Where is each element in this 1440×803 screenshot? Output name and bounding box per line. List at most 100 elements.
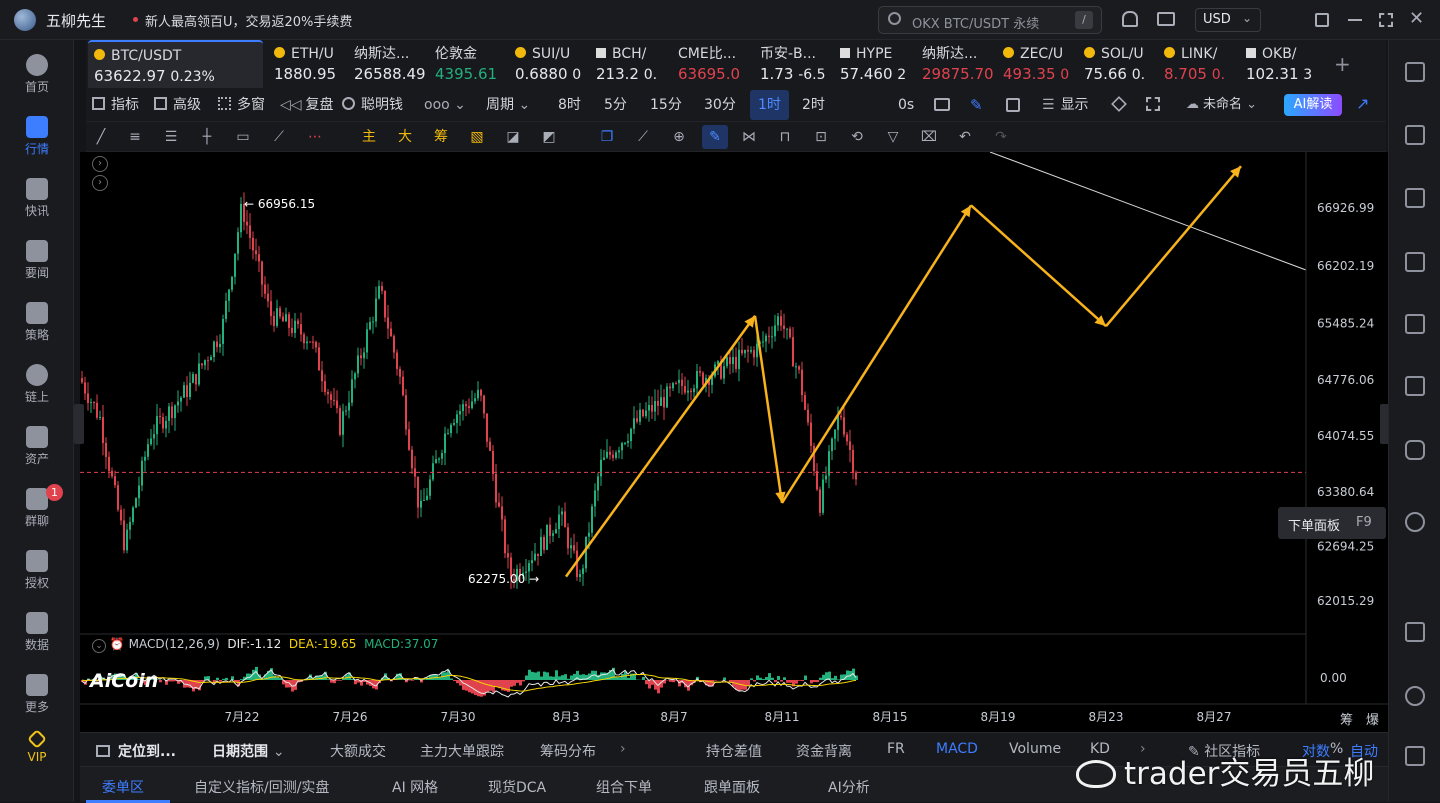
sidebar-item-auth[interactable]: 授权 xyxy=(0,544,74,600)
new-window-icon[interactable] xyxy=(1006,98,1020,112)
collapse-chevron-icon[interactable]: › xyxy=(92,175,108,191)
collapse-chevron-icon[interactable]: › xyxy=(92,156,108,172)
period-8h[interactable]: 8时 xyxy=(558,94,581,116)
mail-icon[interactable] xyxy=(1157,12,1175,26)
sidebar-item-data[interactable]: 数据 xyxy=(0,606,74,662)
tab-combo-order[interactable]: 组合下单 xyxy=(596,777,652,797)
pen-edit-icon[interactable]: ✎ xyxy=(970,96,983,114)
sidebar-item-flash[interactable]: 快讯 xyxy=(0,172,74,228)
dotted-line-icon[interactable]: ⋯ xyxy=(306,128,324,146)
chevron-down-icon[interactable]: ⌄ xyxy=(92,639,106,653)
settings-hex-icon[interactable] xyxy=(1111,96,1127,112)
book-icon[interactable] xyxy=(1405,746,1425,766)
ticker-nasdaq2[interactable]: 纳斯达...29875.70 xyxy=(916,40,994,88)
share-icon[interactable]: ↗ xyxy=(1356,94,1369,113)
ticker-btc[interactable]: BTC/USDT 63622.97 0.23% xyxy=(88,40,263,88)
ticker-nasdaq[interactable]: 纳斯达...26588.49 xyxy=(348,40,426,88)
sidebar-item-assets[interactable]: 资产 xyxy=(0,420,74,476)
tab-fr[interactable]: FR xyxy=(887,741,905,757)
ticker-sui[interactable]: SUI/U0.6880 0 xyxy=(509,40,587,88)
trash-icon[interactable]: ⌧ xyxy=(920,128,938,146)
tab-spot-dca[interactable]: 现货DCA xyxy=(488,777,546,797)
sidebar-item-market[interactable]: 行情 xyxy=(0,110,74,166)
chip-axis-label[interactable]: 筹 xyxy=(1340,709,1353,728)
tab-macd[interactable]: MACD xyxy=(936,741,978,757)
rectangle-icon[interactable]: ▭ xyxy=(234,128,252,146)
big-order-button[interactable]: 大 xyxy=(396,128,414,146)
ruler-icon[interactable]: ⟋ xyxy=(634,128,652,146)
panels-icon[interactable] xyxy=(1405,622,1425,642)
locate-button[interactable]: 定位到... xyxy=(96,741,176,761)
order-panel-button[interactable]: 下单面板 F9 xyxy=(1278,507,1386,539)
ticker-zec[interactable]: ZEC/U493.35 0 xyxy=(997,40,1075,88)
more-dots-dropdown[interactable]: ooo ⌄ xyxy=(424,94,466,116)
headset-icon[interactable] xyxy=(1405,686,1425,706)
etf-icon[interactable] xyxy=(1405,376,1425,396)
tab-copy-trading[interactable]: 跟单面板 xyxy=(704,777,760,797)
ticker-hype[interactable]: HYPE57.460 2 xyxy=(834,40,912,88)
measure-icon[interactable]: ◩ xyxy=(540,128,558,146)
tab-ai-analysis[interactable]: AI分析 xyxy=(828,777,870,797)
chevron-right-icon[interactable]: › xyxy=(620,741,626,757)
chart-area[interactable]: 66926.9966202.1965485.2464776.0664074.55… xyxy=(80,152,1388,732)
sidebar-item-headlines[interactable]: 要闻 xyxy=(0,234,74,290)
copy-icon[interactable]: ❐ xyxy=(598,128,616,146)
ticker-gold[interactable]: 伦敦金4395.61 xyxy=(429,40,507,88)
watchlist-icon[interactable] xyxy=(1405,62,1425,82)
horizontal-ray-icon[interactable]: ┼ xyxy=(198,128,216,146)
left-panel-handle[interactable] xyxy=(74,404,84,444)
notification-bell-icon[interactable] xyxy=(1122,11,1138,27)
trend-icon[interactable] xyxy=(1405,252,1425,272)
promo-banner[interactable]: 新人最高领百U，交易返20%手续费 xyxy=(145,11,352,30)
currency-select[interactable]: USD ⌄ xyxy=(1195,8,1261,32)
filter-icon[interactable]: ▽ xyxy=(884,128,902,146)
exchange-icon[interactable] xyxy=(1405,512,1425,532)
alarm-icon[interactable]: ⏰ xyxy=(110,637,125,651)
tab-fund-divergence[interactable]: 资金背离 xyxy=(796,741,852,761)
tab-large-trades[interactable]: 大额成交 xyxy=(330,741,386,761)
layout-name-dropdown[interactable]: ☁未命名 ⌄ xyxy=(1186,94,1257,116)
period-15m[interactable]: 15分 xyxy=(650,94,682,116)
window-pip-icon[interactable] xyxy=(1315,13,1329,27)
display-button[interactable]: ☰显示 xyxy=(1042,94,1089,116)
dollar-flow-icon[interactable] xyxy=(1405,188,1425,208)
horizontal-lines-icon[interactable]: ☰ xyxy=(162,128,180,146)
period-1h[interactable]: 1时 xyxy=(750,90,789,120)
date-range-dropdown[interactable]: 日期范围 ⌄ xyxy=(212,741,285,761)
sidebar-item-more[interactable]: 更多 xyxy=(0,668,74,724)
sync-icon[interactable]: ⟲ xyxy=(848,128,866,146)
magnet-icon[interactable]: ⋈ xyxy=(740,128,758,146)
brush-icon[interactable]: ⟋ xyxy=(270,128,288,146)
tab-ai-grid[interactable]: AI 网格 xyxy=(392,777,438,797)
template-icon[interactable]: ⊡ xyxy=(812,128,830,146)
ticker-binance-b[interactable]: 币安-B...1.73 -6.5 xyxy=(754,40,830,88)
orderbook-icon[interactable] xyxy=(1405,125,1425,145)
period-5m[interactable]: 5分 xyxy=(604,94,627,116)
parallel-lines-icon[interactable]: ≡ xyxy=(126,128,144,146)
tab-oi-diff[interactable]: 持仓差值 xyxy=(706,741,762,761)
chip-button[interactable]: 筹 xyxy=(432,128,450,146)
window-fullscreen-icon[interactable] xyxy=(1379,13,1393,27)
ticker-link[interactable]: LINK/8.705 0. xyxy=(1158,40,1236,88)
ticker-okb[interactable]: OKB/102.31 3 xyxy=(1240,40,1318,88)
lock-icon[interactable]: ⊓ xyxy=(776,128,794,146)
tab-main-orders[interactable]: 主力大单跟踪 xyxy=(420,741,504,761)
sidebar-item-vip[interactable]: VIP xyxy=(0,724,74,780)
replay-button[interactable]: ◁◁复盘 xyxy=(280,94,334,116)
fullscreen-icon[interactable] xyxy=(1146,97,1160,111)
redo-icon[interactable]: ↷ xyxy=(992,128,1010,146)
ticker-eth[interactable]: ETH/U1880.95 xyxy=(268,40,344,88)
add-ticker-plus-icon[interactable]: + xyxy=(1334,52,1351,76)
ticker-bch[interactable]: BCH/213.2 0. xyxy=(590,40,668,88)
period-dropdown[interactable]: 周期 ⌄ xyxy=(486,94,530,116)
heatmap-icon[interactable]: ▧ xyxy=(468,128,486,146)
sidebar-item-onchain[interactable]: 链上 xyxy=(0,358,74,414)
advanced-button[interactable]: 高级 xyxy=(154,94,201,116)
period-2h[interactable]: 2时 xyxy=(802,94,825,116)
tab-custom-indicator[interactable]: 自定义指标/回测/实盘 xyxy=(194,777,329,797)
line-tool-icon[interactable]: ╱ xyxy=(92,128,110,146)
period-30m[interactable]: 30分 xyxy=(704,94,736,116)
draw-mode-icon[interactable]: ✎ xyxy=(702,125,728,149)
tab-volume[interactable]: Volume xyxy=(1009,741,1061,757)
window-close-icon[interactable]: ✕ xyxy=(1409,8,1424,29)
